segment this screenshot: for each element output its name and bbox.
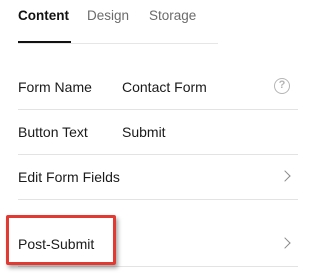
form-settings-panel: Content Design Storage Form Name Contact…: [0, 0, 314, 280]
button-text-label: Button Text: [18, 124, 88, 140]
chevron-right-icon: [279, 170, 291, 182]
post-submit-label: Post-Submit: [18, 236, 95, 252]
button-text-value[interactable]: Submit: [122, 110, 166, 154]
edit-form-fields-label: Edit Form Fields: [18, 169, 120, 185]
chevron-right-icon: [279, 237, 291, 249]
tab-bar: Content Design Storage: [18, 0, 218, 44]
edit-form-fields-row[interactable]: Edit Form Fields: [18, 155, 298, 200]
tab-content[interactable]: Content: [18, 8, 69, 24]
active-tab-indicator: [18, 41, 71, 43]
tab-storage[interactable]: Storage: [149, 8, 196, 24]
form-name-label: Form Name: [18, 79, 92, 95]
form-name-value[interactable]: Contact Form: [122, 65, 207, 109]
tab-design[interactable]: Design: [87, 8, 129, 24]
form-name-row[interactable]: Form Name Contact Form ?: [18, 65, 298, 110]
button-text-row[interactable]: Button Text Submit: [18, 110, 298, 155]
help-icon[interactable]: ?: [274, 78, 290, 94]
post-submit-row[interactable]: Post-Submit: [18, 222, 298, 267]
